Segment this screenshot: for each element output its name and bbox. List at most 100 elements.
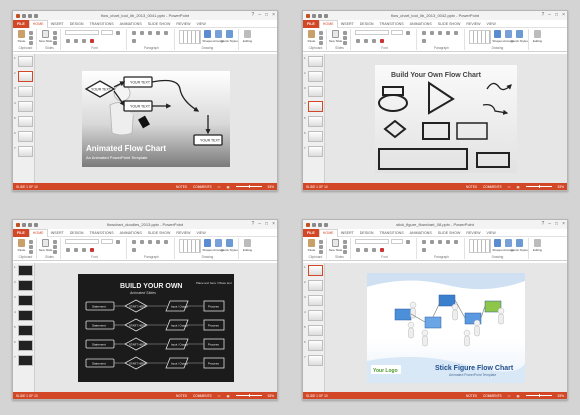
slide-sorter-icon[interactable]: ▦ [227, 394, 230, 398]
font-color-icon[interactable] [380, 248, 384, 252]
cut-icon[interactable] [29, 31, 33, 35]
zoom-slider[interactable] [235, 394, 262, 397]
align-center-icon[interactable] [454, 240, 458, 244]
section-icon[interactable] [343, 250, 347, 254]
layout-icon[interactable] [53, 240, 57, 244]
slide-thumbnail[interactable]: 3 [304, 86, 323, 97]
reset-icon[interactable] [343, 36, 347, 40]
tab-file[interactable]: FILE [303, 228, 319, 237]
close-button[interactable]: × [272, 11, 275, 20]
align-left-icon[interactable] [446, 31, 450, 35]
slide-thumbnail[interactable]: 1 [14, 56, 33, 67]
shapes-button[interactable]: Shapes [492, 30, 503, 45]
tab-animations[interactable]: ANIMATIONS [407, 20, 435, 28]
paste-button[interactable]: Paste [307, 239, 316, 254]
paste-button[interactable]: Paste [307, 30, 316, 45]
tab-insert[interactable]: INSERT [338, 20, 357, 28]
bullets-icon[interactable] [132, 31, 136, 35]
format-painter-icon[interactable] [319, 250, 323, 254]
font-name-select[interactable] [355, 30, 389, 35]
font-color-icon[interactable] [90, 39, 94, 43]
tab-transitions[interactable]: TRANSITIONS [86, 20, 116, 28]
reset-icon[interactable] [53, 36, 57, 40]
normal-view-icon[interactable]: ▭ [508, 394, 511, 398]
align-right-icon[interactable] [422, 248, 426, 252]
italic-icon[interactable] [356, 39, 360, 43]
italic-icon[interactable] [66, 248, 70, 252]
format-painter-icon[interactable] [319, 41, 323, 45]
help-icon[interactable]: ? [541, 220, 544, 229]
font-name-select[interactable] [65, 30, 99, 35]
bullets-icon[interactable] [422, 240, 426, 244]
comments-button[interactable]: COMMENTS [483, 185, 502, 189]
close-button[interactable]: × [562, 11, 565, 20]
slide[interactable]: Your Logo Stick Figure Flow Chart Animated… [367, 272, 525, 383]
slide-thumbnail[interactable]: 5 [14, 116, 33, 127]
tab-transitions[interactable]: TRANSITIONS [376, 229, 406, 237]
tab-home[interactable]: HOME [318, 228, 338, 237]
tab-home[interactable]: HOME [28, 228, 48, 237]
align-right-icon[interactable] [132, 39, 136, 43]
align-center-icon[interactable] [454, 31, 458, 35]
shapes-gallery[interactable] [179, 30, 201, 44]
font-size-select[interactable] [101, 239, 113, 244]
slide-thumbnail[interactable]: 6 [14, 131, 33, 142]
tab-review[interactable]: REVIEW [173, 229, 193, 237]
slide-thumbnail[interactable]: 5 [14, 325, 33, 336]
editing-button[interactable]: Editing [533, 30, 542, 45]
indent-icon[interactable] [438, 31, 442, 35]
copy-icon[interactable] [29, 36, 33, 40]
slide-thumbnail[interactable]: 1 [304, 56, 323, 67]
numbering-icon[interactable] [140, 31, 144, 35]
help-icon[interactable]: ? [251, 220, 254, 229]
zoom-slider[interactable] [525, 394, 552, 397]
quick-styles-button[interactable]: Quick Styles [221, 239, 238, 254]
tab-slide-show[interactable]: SLIDE SHOW [145, 20, 174, 28]
slide[interactable]: Build Your Own Flow Chart [375, 64, 517, 173]
slide-thumbnail[interactable]: 4 [304, 101, 323, 112]
notes-button[interactable]: NOTES [466, 394, 477, 398]
slide-thumbnail[interactable]: 6 [304, 131, 323, 142]
slide-thumbnail[interactable]: 7 [304, 355, 323, 366]
minimize-button[interactable]: – [548, 220, 551, 229]
tab-slide-show[interactable]: SLIDE SHOW [435, 229, 464, 237]
tab-slide-show[interactable]: SLIDE SHOW [435, 20, 464, 28]
align-left-icon[interactable] [156, 31, 160, 35]
copy-icon[interactable] [29, 245, 33, 249]
slide-thumbnail[interactable]: 7 [14, 146, 33, 157]
font-size-select[interactable] [101, 30, 113, 35]
maximize-button[interactable]: □ [265, 220, 268, 229]
normal-view-icon[interactable]: ▭ [218, 394, 221, 398]
slide-thumbnail-panel[interactable]: 1 2 3 4 5 6 7 [13, 54, 35, 183]
tab-view[interactable]: VIEW [194, 20, 209, 28]
editing-button[interactable]: Editing [243, 30, 252, 45]
section-icon[interactable] [343, 41, 347, 45]
font-size-select[interactable] [391, 30, 403, 35]
slide-thumbnail[interactable]: 3 [304, 295, 323, 306]
slide-canvas[interactable]: Your Logo Stick Figure Flow Chart Animated… [325, 263, 567, 392]
copy-icon[interactable] [319, 36, 323, 40]
slide-thumbnail[interactable]: 6 [14, 340, 33, 351]
slide-sorter-icon[interactable]: ▦ [227, 185, 230, 189]
tab-insert[interactable]: INSERT [48, 20, 67, 28]
cut-icon[interactable] [29, 240, 33, 244]
new-slide-button[interactable]: New Slide [39, 239, 52, 254]
bold-icon[interactable] [406, 31, 410, 35]
align-left-icon[interactable] [156, 240, 160, 244]
shapes-gallery[interactable] [469, 239, 491, 253]
notes-button[interactable]: NOTES [176, 185, 187, 189]
slide-thumbnail-panel[interactable]: 1 2 3 4 5 6 7 [13, 263, 35, 392]
strikethrough-icon[interactable] [82, 248, 86, 252]
help-icon[interactable]: ? [251, 11, 254, 20]
font-name-select[interactable] [65, 239, 99, 244]
shapes-button[interactable]: Shapes [492, 239, 503, 254]
tab-design[interactable]: DESIGN [67, 20, 87, 28]
tab-slide-show[interactable]: SLIDE SHOW [145, 229, 174, 237]
align-right-icon[interactable] [132, 248, 136, 252]
format-painter-icon[interactable] [29, 250, 33, 254]
paste-button[interactable]: Paste [17, 239, 26, 254]
italic-icon[interactable] [66, 39, 70, 43]
quick-styles-button[interactable]: Quick Styles [511, 239, 528, 254]
slide-thumbnail[interactable]: 1 [14, 265, 33, 276]
comments-button[interactable]: COMMENTS [193, 185, 212, 189]
